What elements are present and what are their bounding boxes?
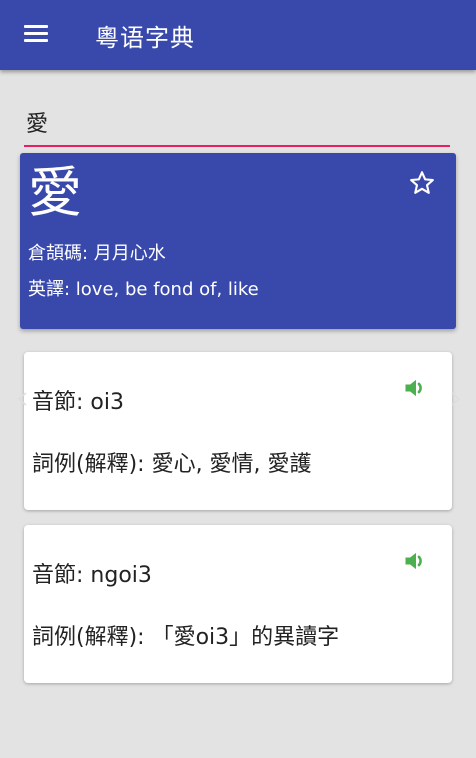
speaker-icon[interactable] xyxy=(402,547,430,575)
search-field[interactable] xyxy=(24,105,454,147)
character-heading: 愛 xyxy=(28,161,82,224)
syllable-text: 音節: oi3 xyxy=(32,390,124,415)
reading-card: 音節: ngoi3 詞例(解釋): 「愛oi3」的異讀字 xyxy=(24,525,452,683)
cangjie-code: 倉頡碼: 月月心水 xyxy=(28,243,166,264)
search-input[interactable] xyxy=(24,105,454,139)
example-words: 詞例(解釋): 愛心, 愛情, 愛護 xyxy=(32,452,312,477)
example-words: 詞例(解釋): 「愛oi3」的異讀字 xyxy=(32,625,340,650)
app-bar: 粵语字典 xyxy=(0,0,476,70)
chevron-left-icon[interactable] xyxy=(16,392,30,406)
speaker-icon[interactable] xyxy=(402,374,430,402)
chevron-right-icon[interactable] xyxy=(448,392,462,406)
star-outline-icon[interactable] xyxy=(408,169,436,197)
menu-icon[interactable] xyxy=(24,25,48,43)
reading-card: 音節: oi3 詞例(解釋): 愛心, 愛情, 愛護 xyxy=(17,352,461,510)
character-card: 愛 倉頡碼: 月月心水 英譯: love, be fond of, like xyxy=(20,153,456,329)
app-title: 粵语字典 xyxy=(95,24,195,52)
syllable-text: 音節: ngoi3 xyxy=(32,563,152,588)
english-translation: 英譯: love, be fond of, like xyxy=(28,279,259,300)
